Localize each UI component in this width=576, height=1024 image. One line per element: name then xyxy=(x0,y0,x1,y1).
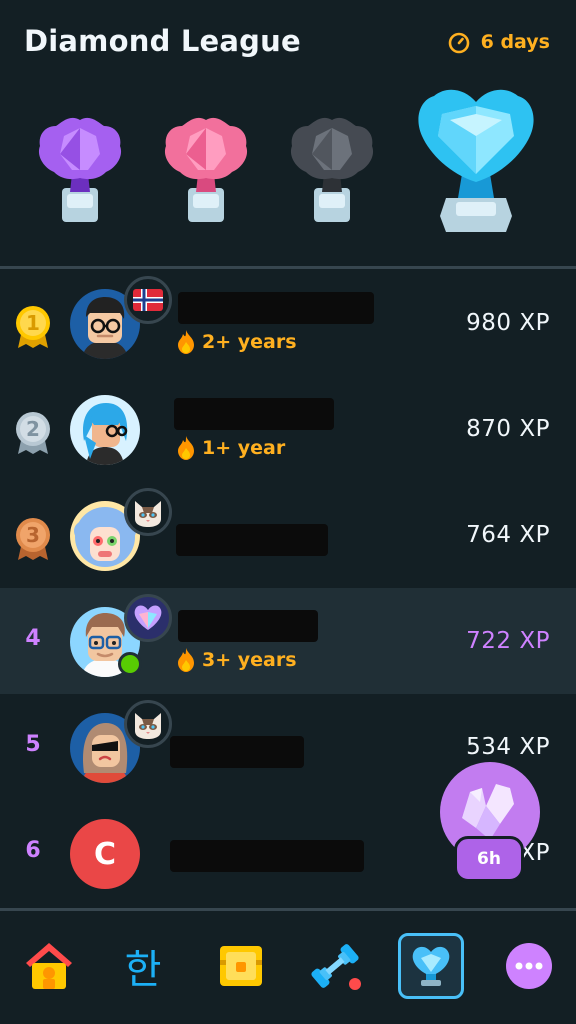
streak-badge: 2+ years xyxy=(176,330,297,354)
flame-icon xyxy=(178,436,194,460)
more-icon xyxy=(506,943,552,989)
rank-number: 6 xyxy=(25,838,41,863)
nav-leaderboards[interactable] xyxy=(398,933,464,999)
username-redacted xyxy=(178,292,374,324)
streak-text: 1+ year xyxy=(202,437,286,459)
xp-value: 534 XP xyxy=(466,734,550,760)
cat-icon xyxy=(124,700,172,748)
obsidian-trophy[interactable] xyxy=(286,114,378,226)
nav-alphabet[interactable]: 한 xyxy=(110,933,176,999)
svg-text:3: 3 xyxy=(26,523,40,547)
flame-icon xyxy=(178,648,194,672)
xp-value: 870 XP xyxy=(466,416,550,442)
trophy-icon xyxy=(412,946,450,986)
norway-flag-icon xyxy=(124,276,172,324)
rank-number: 4 xyxy=(25,626,41,651)
svg-text:2: 2 xyxy=(26,417,40,441)
streak-text: 3+ years xyxy=(202,649,297,671)
username-redacted xyxy=(174,398,334,430)
svg-text:1: 1 xyxy=(26,311,40,335)
xp-value: 980 XP xyxy=(466,310,550,336)
leaderboard-row[interactable]: 1 2+ years 980 XP xyxy=(0,270,576,376)
leaderboard-row[interactable]: 2 1+ year 870 XP xyxy=(0,376,576,482)
nav-practice[interactable] xyxy=(302,933,368,999)
flame-icon xyxy=(178,330,194,354)
league-header: Diamond League 6 days xyxy=(0,0,576,268)
leaderboard-row-current-user[interactable]: 4 3+ years 722 XP xyxy=(0,588,576,694)
streak-badge: 3+ years xyxy=(176,648,297,672)
nav-quests[interactable] xyxy=(208,933,274,999)
stopwatch-icon xyxy=(447,30,471,54)
house-icon xyxy=(26,943,72,989)
amethyst-trophy[interactable] xyxy=(34,114,126,226)
username-redacted xyxy=(178,610,318,642)
gold-medal-icon: 1 xyxy=(16,306,50,348)
avatar[interactable] xyxy=(70,395,140,465)
username-redacted xyxy=(170,840,364,872)
streak-text: 2+ years xyxy=(202,331,297,353)
league-trophies xyxy=(0,80,576,240)
nav-more[interactable] xyxy=(496,933,562,999)
header-divider xyxy=(0,266,576,269)
bronze-medal-icon: 3 xyxy=(16,518,50,560)
pearl-trophy[interactable] xyxy=(160,114,252,226)
online-indicator xyxy=(118,652,142,676)
leaderboard-screen: Diamond League 6 days 1 2+ years 980 XP … xyxy=(0,0,576,1024)
username-redacted xyxy=(176,524,328,556)
league-timer: 6 days xyxy=(447,30,550,54)
rank-number: 5 xyxy=(25,732,41,757)
hangul-character: 한 xyxy=(124,947,162,993)
diamond-trophy[interactable] xyxy=(414,84,538,234)
streak-badge: 1+ year xyxy=(176,436,285,460)
chest-icon xyxy=(220,946,262,986)
xp-value: 764 XP xyxy=(466,522,550,548)
dumbbell-icon xyxy=(311,944,361,990)
cat-icon xyxy=(124,488,172,536)
diamond-icon xyxy=(124,594,172,642)
avatar[interactable]: C xyxy=(70,819,140,889)
bottom-nav: 한 xyxy=(0,911,576,1024)
chest-timer-badge[interactable]: 6h xyxy=(454,836,524,882)
xp-value: 722 XP xyxy=(466,628,550,654)
username-redacted xyxy=(170,736,304,768)
leaderboard-row[interactable]: 3 764 XP xyxy=(0,482,576,588)
timer-text: 6 days xyxy=(480,31,550,53)
nav-home[interactable] xyxy=(16,933,82,999)
league-title: Diamond League xyxy=(24,24,301,58)
silver-medal-icon: 2 xyxy=(16,412,50,454)
